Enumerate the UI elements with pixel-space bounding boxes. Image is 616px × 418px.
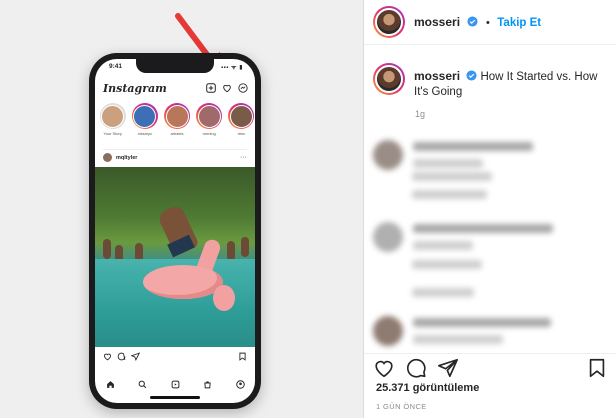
- post-timestamp: 1 GÜN ÖNCE: [376, 402, 427, 411]
- post-actions: 25.371 görüntüleme 1 GÜN ÖNCE: [364, 353, 616, 411]
- story-item: dmc: [228, 103, 255, 145]
- new-post-icon: [205, 83, 216, 94]
- phone-notch: [136, 59, 214, 73]
- share-icon[interactable]: [437, 357, 459, 379]
- story-item: arbales: [163, 103, 190, 145]
- caption-age: 1g: [415, 109, 426, 119]
- post-header: mosseri • Takip Et: [364, 0, 616, 45]
- shop-icon: [203, 379, 213, 389]
- post-caption: mosseri How It Started vs. How It's Goin…: [373, 63, 602, 119]
- home-icon: [105, 379, 115, 389]
- view-count[interactable]: 25.371 görüntüleme: [376, 382, 479, 394]
- caption-username[interactable]: mosseri: [414, 69, 460, 83]
- phone-mockup: 9:41 ▪▪▪ ᯤ ▮ Instagram Your Story nissmy…: [89, 53, 261, 409]
- verified-badge-icon: [467, 16, 479, 27]
- author-username[interactable]: mosseri: [414, 15, 460, 29]
- post-username: mqltyler: [116, 154, 138, 161]
- status-time: 9:41: [109, 63, 123, 70]
- comment-icon: [117, 352, 126, 361]
- more-icon: ···: [240, 154, 247, 161]
- heart-icon: [221, 83, 232, 94]
- follow-button[interactable]: Takip Et: [497, 17, 541, 29]
- blurred-comments: [364, 120, 616, 352]
- instagram-logo: Instagram: [103, 81, 167, 95]
- author-avatar[interactable]: [373, 6, 405, 38]
- post-sidebar: mosseri • Takip Et mosseri How It Starte…: [363, 0, 616, 418]
- phone-post-header: mqltyler ···: [103, 149, 247, 163]
- search-icon: [138, 379, 148, 389]
- stories-row: Your Story nissmyc arbales mnning dmc: [99, 103, 255, 145]
- story-item: nissmyc: [131, 103, 158, 145]
- story-item: Your Story: [99, 103, 126, 145]
- separator-dot: •: [485, 17, 490, 29]
- home-indicator: [150, 396, 200, 399]
- signal-icons: ▪▪▪ ᯤ ▮: [221, 65, 243, 71]
- bookmark-icon[interactable]: [586, 357, 608, 379]
- story-item: mnning: [196, 103, 223, 145]
- heart-icon: [104, 353, 111, 361]
- heart-icon[interactable]: [373, 357, 395, 379]
- share-icon: [131, 352, 140, 361]
- post-avatar: [103, 153, 112, 162]
- phone-screen: 9:41 ▪▪▪ ᯤ ▮ Instagram Your Story nissmy…: [95, 59, 255, 403]
- bookmark-icon: [239, 352, 246, 361]
- instagram-header: Instagram: [103, 79, 248, 97]
- phone-tab-bar: [105, 377, 245, 391]
- profile-icon: [235, 379, 245, 389]
- verified-badge-icon: [466, 70, 477, 81]
- pool-party-photo: [95, 167, 255, 347]
- phone-post-actions: [103, 352, 247, 364]
- caption-avatar[interactable]: [373, 63, 405, 95]
- messenger-icon: [237, 83, 248, 94]
- post-media[interactable]: 9:41 ▪▪▪ ᯤ ▮ Instagram Your Story nissmy…: [0, 0, 363, 418]
- comment-icon[interactable]: [405, 357, 427, 379]
- reels-icon: [170, 379, 180, 389]
